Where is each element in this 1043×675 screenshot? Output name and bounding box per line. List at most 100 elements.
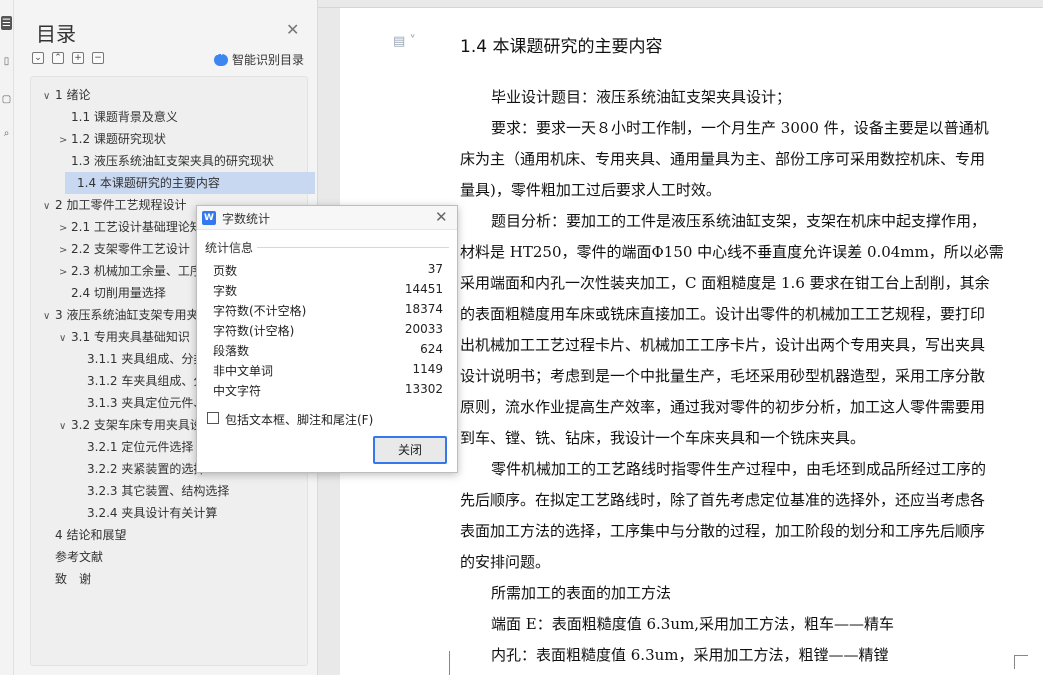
toc-item-label: 3.1.3 夹具定位元件、 <box>87 396 206 410</box>
stat-row: 字符数(计空格) 20033 <box>213 322 443 342</box>
toc-item-label: 2.3 机械加工余量、工序 <box>71 264 202 278</box>
dialog-titlebar[interactable]: W 字数统计 ✕ <box>197 206 457 230</box>
body-text-line: 要求：要求一天８小时工作制，一个月生产 3000 件，设备主要是以普通机 <box>491 119 989 137</box>
stat-label: 中文字符 <box>213 384 262 398</box>
toc-item[interactable]: 4 结论和展望 <box>35 524 307 546</box>
stat-value: 1149 <box>412 362 443 376</box>
toc-item[interactable]: 3.2.3 其它装置、结构选择 <box>35 480 307 502</box>
expand-caret-icon[interactable]: > <box>59 130 71 150</box>
comment-icon[interactable]: ▢ <box>1 92 12 106</box>
body-text-line: 题目分析：要加工的工件是液压系统油缸支架，支架在机床中起支撑作用， <box>491 212 987 230</box>
body-text-line: 量具)，零件粗加工过后要求人工时效。 <box>460 181 721 199</box>
toc-item[interactable]: 1.1 课题背景及意义 <box>35 106 307 128</box>
toc-item[interactable]: 参考文献 <box>35 546 307 568</box>
body-text-line: 原则，流水作业提高生产效率，通过我对零件的初步分析，加工这人零件需要用 <box>460 398 986 416</box>
toc-panel-icon[interactable]: ☰ <box>1 16 12 30</box>
stat-row: 字符数(不计空格) 18374 <box>213 302 443 322</box>
toc-item-label: 1.3 液压系统油缸支架夹具的研究现状 <box>71 154 274 168</box>
body-text-line: 床为主（通用机床、专用夹具、通用量具为主、部份工序可采用数控机床、专用 <box>460 150 986 168</box>
toc-item[interactable]: 1.3 液压系统油缸支架夹具的研究现状 <box>35 150 307 172</box>
body-text-line: 所需加工的表面的加工方法 <box>491 584 672 602</box>
paragraph-menu-icon[interactable]: ▤ ˅ <box>393 34 416 49</box>
toc-item-label: 3.2.4 夹具设计有关计算 <box>87 506 218 520</box>
toc-item-label: 3.2.1 定位元件选择 <box>87 440 194 454</box>
expand-caret-icon[interactable]: ∨ <box>43 306 55 326</box>
include-textbox-checkbox[interactable] <box>207 412 219 424</box>
divider <box>257 247 449 248</box>
body-text-line: 材料是 HT250，零件的端面Φ150 中心线不垂直度允许误差 0.04mm，所… <box>460 243 1004 261</box>
expand-up-button[interactable]: ⌃ <box>52 52 64 64</box>
stat-label: 段落数 <box>213 344 250 358</box>
stat-label: 字符数(计空格) <box>213 324 295 338</box>
toc-item-label: 致 谢 <box>55 572 92 586</box>
body-text-line: 的表面粗糙度用车床或铣床直接加工。设计出零件的机械加工工艺规程，要打印 <box>460 305 986 323</box>
stats-section-label: 统计信息 <box>205 241 254 255</box>
toc-item-label: 2.1 工艺设计基础理论知 <box>71 220 202 234</box>
body-text-line: 先后顺序。在拟定工艺路线时，除了首先考虑定位基准的选择外，还应当考虑各 <box>460 491 986 509</box>
stat-value: 20033 <box>404 322 443 336</box>
smart-toc-icon <box>214 50 228 66</box>
toc-item-label: 3.2.2 夹紧装置的选择 <box>87 462 206 476</box>
body-text-line: 设计说明书；考虑到是一个中批量生产，毛坯采用砂型机器造型，采用工序分散 <box>460 367 986 385</box>
wps-logo-icon: W <box>202 211 216 225</box>
stat-row: 字数 14451 <box>213 282 443 302</box>
toc-item-label: 3.1 专用夹具基础知识 <box>71 330 190 344</box>
page-corner-mark <box>1014 655 1028 669</box>
stat-row: 段落数 624 <box>213 342 443 362</box>
expand-caret-icon[interactable]: ∨ <box>43 196 55 216</box>
toc-close-icon[interactable]: ✕ <box>286 20 299 39</box>
section-heading: 1.4 本课题研究的主要内容 <box>460 37 663 57</box>
expand-caret-icon[interactable]: ∨ <box>59 328 71 348</box>
toc-item-label: 3.2 支架车床专用夹具设 <box>71 418 202 432</box>
body-text-line: 表面加工方法的选择，工序集中与分散的过程，加工阶段的划分和工序先后顺序 <box>460 522 986 540</box>
expand-caret-icon[interactable]: > <box>59 240 71 260</box>
body-text-line: 端面 E：表面粗糙度值 6.3um,采用加工方法，粗车——精车 <box>491 615 894 633</box>
search-icon[interactable]: ⌕ <box>1 126 12 140</box>
expand-caret-icon[interactable]: ∨ <box>43 86 55 106</box>
dialog-close-icon[interactable]: ✕ <box>435 208 448 226</box>
remove-heading-button[interactable]: − <box>92 52 104 64</box>
page-corner-mark <box>436 651 450 675</box>
body-text-line: 到车、镗、铣、钻床，我设计一个车床夹具和一个铣床夹具。 <box>460 429 866 447</box>
stat-label: 页数 <box>213 264 238 278</box>
smart-toc-button[interactable]: 智能识别目录 <box>214 50 304 68</box>
toc-item-label: 1.1 课题背景及意义 <box>71 110 178 124</box>
toc-item-label: 3 液压系统油缸支架专用夹 <box>55 308 199 322</box>
toc-item-label: 3.1.1 夹具组成、分类 <box>87 352 206 366</box>
stat-label: 字符数(不计空格) <box>213 304 307 318</box>
body-text-line: 采用端面和内孔一次性装夹加工，C 面粗糙度是 1.6 要求在钳工台上刮削，其余 <box>460 274 990 292</box>
word-count-dialog: W 字数统计 ✕ 统计信息 页数 37 字数 14451 字符数(不计空格) 18374 字… <box>196 205 458 473</box>
toc-item-label: 3.2.3 其它装置、结构选择 <box>87 484 230 498</box>
toc-item-label: 1.2 课题研究现状 <box>71 132 166 146</box>
toc-item-label: 1.4 本课题研究的主要内容 <box>77 176 220 190</box>
add-heading-button[interactable]: + <box>72 52 84 64</box>
toc-item[interactable]: 1.4 本课题研究的主要内容 <box>65 172 315 194</box>
expand-caret-icon[interactable]: > <box>59 218 71 238</box>
toc-item-label: 1 绪论 <box>55 88 91 102</box>
stat-value: 624 <box>420 342 443 356</box>
toc-item[interactable]: ∨ 1 绪论 <box>35 84 307 106</box>
stat-value: 18374 <box>404 302 443 316</box>
toc-item-label: 2 加工零件工艺规程设计 <box>55 198 187 212</box>
expand-caret-icon[interactable]: ∨ <box>59 416 71 436</box>
collapse-all-button[interactable]: ⌄ <box>32 52 44 64</box>
body-text-line: 的安排问题。 <box>460 553 551 571</box>
bookmark-icon[interactable]: ▯ <box>1 54 12 68</box>
toc-item[interactable]: 3.2.4 夹具设计有关计算 <box>35 502 307 524</box>
include-textbox-label[interactable]: 包括文本框、脚注和尾注(F) <box>225 411 373 428</box>
toc-title: 目录 <box>36 22 76 46</box>
toc-item-label: 3.1.2 车夹具组成、分 <box>87 374 206 388</box>
body-text-line: 毕业设计题目：液压系统油缸支架夹具设计； <box>491 88 792 106</box>
body-text-line: 内孔：表面粗糙度值 6.3um，采用加工方法，粗镗——精镗 <box>491 646 889 664</box>
toc-toolbar: ⌄ ⌃ + − <box>32 52 104 64</box>
expand-caret-icon[interactable]: > <box>59 262 71 282</box>
stat-value: 13302 <box>404 382 443 396</box>
body-text-line: 零件机械加工的工艺路线时指零件生产过程中，由毛坯到成品所经过工序的 <box>491 460 987 478</box>
stat-row: 页数 37 <box>213 262 443 282</box>
close-button[interactable]: 关闭 <box>373 436 447 464</box>
stat-value: 37 <box>427 262 443 276</box>
toc-item-label: 参考文献 <box>55 550 104 564</box>
toc-item-label: 4 结论和展望 <box>55 528 127 542</box>
toc-item[interactable]: 致 谢 <box>35 568 307 590</box>
toc-item[interactable]: >1.2 课题研究现状 <box>35 128 307 150</box>
